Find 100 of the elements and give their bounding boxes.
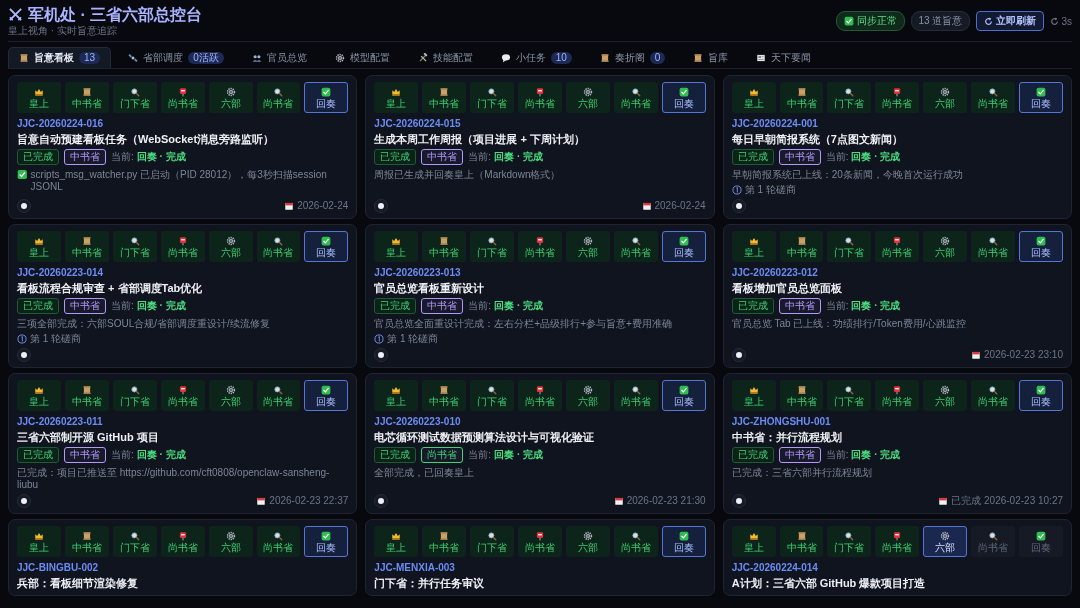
task-id: JJC-20260223-011: [17, 416, 104, 427]
stage-step: 皇上: [17, 82, 61, 113]
magnifier-icon: [129, 86, 140, 97]
tab[interactable]: 旨意看板 13: [8, 47, 112, 68]
tab[interactable]: 技能配置: [406, 47, 484, 68]
gear-icon: [225, 384, 236, 395]
stage-step: 门下省: [827, 526, 872, 557]
refresh-interval: 3s: [1061, 15, 1072, 27]
scroll-icon: [796, 235, 807, 246]
stage-step: 尚书省: [518, 82, 562, 113]
status-tag: 已完成: [17, 447, 59, 463]
tab[interactable]: 旨库: [682, 47, 740, 68]
checkbox-icon: [321, 530, 332, 541]
circle-button[interactable]: [17, 199, 31, 213]
task-title: 每日早朝简报系统（7点图文新闻）: [731, 132, 904, 146]
calendar-icon: [938, 496, 949, 506]
checkbox-icon: [321, 86, 332, 97]
mailbox-icon: [535, 86, 545, 97]
gear-icon: [582, 384, 593, 395]
tab[interactable]: 小任务 10: [489, 47, 583, 68]
count-badge: 0活跃: [188, 52, 224, 64]
task-date: 已完成 2026-02-23 10:27: [951, 495, 1063, 507]
magnifier-icon: [487, 530, 498, 541]
tab[interactable]: 模型配置: [323, 47, 401, 68]
stage-step: 回奏: [304, 82, 349, 113]
stage-step: 尚书省: [160, 526, 205, 557]
stage-step: 回奏: [304, 231, 349, 262]
tab[interactable]: 官员总览: [240, 47, 318, 68]
stage-step: 中书省: [422, 526, 467, 557]
stage-step: 皇上: [731, 231, 776, 262]
refresh-button[interactable]: 立即刷新: [976, 11, 1045, 31]
current-stage: 回奏 · 完成: [851, 151, 901, 163]
stage-step: 回奏: [1019, 380, 1063, 411]
stage-step: 尚书省: [613, 231, 658, 262]
gear-icon: [334, 53, 345, 63]
task-id: JJC-20260223-013: [374, 267, 462, 278]
task-date: 2026-02-23 22:37: [269, 495, 349, 507]
task-note: 全部完成，已回奏皇上: [374, 467, 475, 479]
circle-button[interactable]: [731, 348, 746, 362]
magnifier-icon: [630, 86, 641, 97]
chat-icon: [500, 53, 511, 63]
stage-step: 尚书省: [256, 380, 301, 411]
round-number-icon: [374, 334, 385, 344]
circle-button[interactable]: [374, 494, 389, 508]
magnifier-icon: [129, 235, 140, 246]
magnifier-icon: [988, 86, 999, 97]
task-note: 周报已生成并回奏皇上（Markdown格式）: [374, 169, 561, 181]
scroll-icon: [796, 530, 807, 541]
task-title: 中书省：并行流程规划: [731, 430, 843, 444]
mailbox-icon: [177, 384, 188, 395]
circle-button[interactable]: [17, 348, 31, 362]
scroll-icon: [599, 53, 610, 63]
stage-step: 尚书省: [875, 82, 920, 113]
circle-button[interactable]: [731, 199, 746, 213]
round-number-icon: [17, 334, 27, 344]
circle-button[interactable]: [374, 199, 389, 213]
calendar-icon: [971, 350, 982, 360]
calendar-icon: [256, 496, 267, 506]
circle-button[interactable]: [17, 494, 31, 508]
department-tag: 中书省: [64, 447, 106, 463]
current-stage: 回奏 · 完成: [851, 300, 901, 312]
current-stage: 回奏 · 完成: [494, 449, 543, 461]
round-number-icon: [731, 185, 742, 195]
task-date: 2026-02-24: [654, 200, 706, 212]
tab[interactable]: 天下要闻: [745, 47, 823, 68]
stage-step: 中书省: [64, 526, 109, 557]
task-note: scripts_msg_watcher.py 已启动（PID 28012），每3秒扫描session JSONL: [30, 169, 328, 193]
stage-step: 中书省: [422, 231, 467, 262]
stage-step: 中书省: [64, 82, 109, 113]
calendar-icon: [613, 496, 624, 506]
department-tag: 中书省: [778, 149, 821, 165]
circle-button[interactable]: [731, 494, 746, 508]
magnifier-icon: [844, 530, 855, 541]
current-stage: 回奏 · 完成: [136, 300, 186, 312]
mailbox-icon: [177, 86, 188, 97]
task-note: 三项全部完成：六部SOUL合规/省部调度重设计/续流修复: [17, 318, 270, 330]
scroll-icon: [81, 86, 92, 97]
checkbox-icon: [321, 384, 332, 395]
task-note: 已完成：项目已推送至 https://github.com/cft0808/openclaw-sansheng-liubu: [17, 467, 331, 491]
stage-step: 门下省: [112, 231, 157, 262]
task-date: 2026-02-23 23:10: [984, 349, 1063, 361]
tab[interactable]: 省部调度 0活跃: [117, 47, 235, 68]
status-tag: 已完成: [731, 447, 774, 463]
magnifier-icon: [844, 86, 855, 97]
stage-step: 尚书省: [613, 82, 658, 113]
mailbox-icon: [177, 530, 188, 541]
task-id: JJC-BINGBU-002: [17, 562, 100, 573]
count-badge: 13: [79, 52, 101, 64]
scroll-icon: [81, 530, 92, 541]
satellite-icon: [128, 53, 139, 63]
scroll-icon: [439, 235, 450, 246]
circle-button[interactable]: [374, 348, 389, 362]
stage-step: 中书省: [422, 82, 467, 113]
task-title: 电芯循环测试数据预测算法设计与可视化验证: [374, 430, 596, 444]
tab[interactable]: 奏折阁 0: [588, 47, 677, 68]
stage-step: 尚书省: [875, 526, 920, 557]
current-stage: 回奏 · 完成: [851, 449, 901, 461]
stage-step: 门下省: [827, 380, 872, 411]
mailbox-icon: [892, 384, 903, 395]
task-note: 早朝简报系统已上线：20条新闻，今晚首次运行成功: [731, 169, 963, 181]
